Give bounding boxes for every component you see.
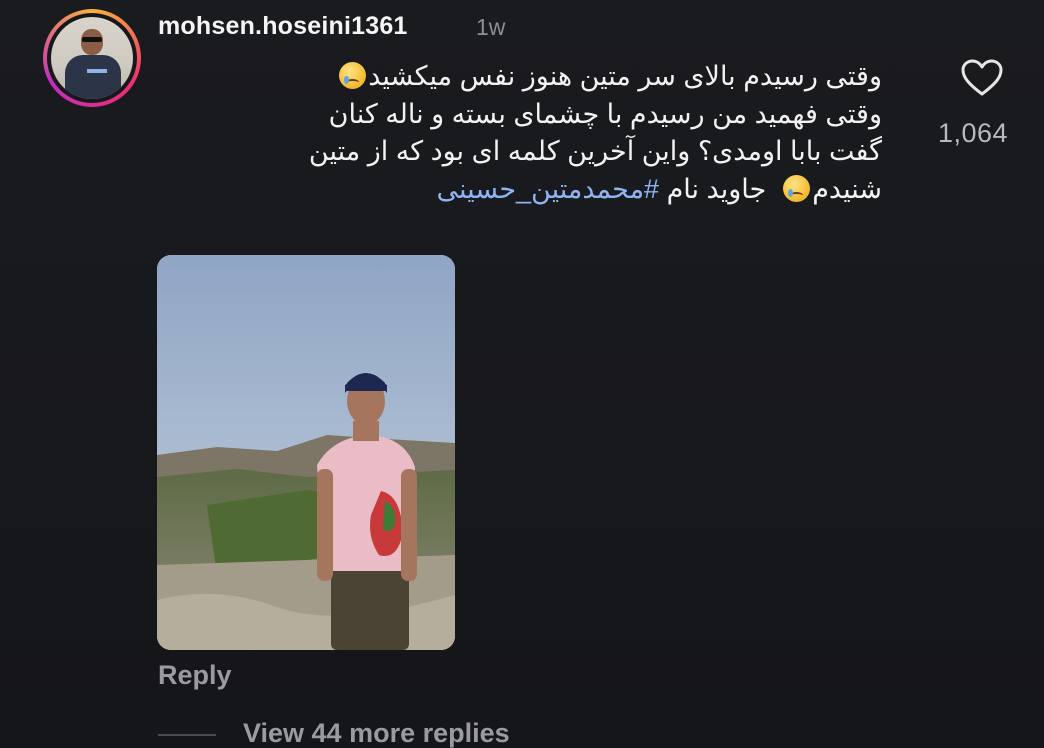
view-more-replies-button[interactable]: View 44 more replies [243,718,510,748]
heart-outline-icon[interactable] [960,58,1004,98]
comment-line: وقتی رسیدم بالای سر متین هنوز نفس میکشید [150,58,882,96]
comment-line: وقتی فهمید من رسیدم با چشمای بسته و ناله… [328,98,882,129]
timestamp: 1w [476,14,506,40]
comment-text: وقتی رسیدم بالای سر متین هنوز نفس میکشید… [150,58,882,208]
comment-photo[interactable] [157,255,455,650]
hashtag-link[interactable]: #محمدمتین_حسینی [436,174,659,204]
photo-image [157,255,455,650]
comment-screen: mohsen.hoseini1361 1w وقتی رسیدم بالای س… [0,0,1044,748]
username[interactable]: mohsen.hoseini1361 [158,12,408,41]
crying-face-icon [783,174,811,202]
crying-face-icon [339,62,367,89]
comment-line: شنیدم جاوید نام #محمدمتین_حسینی [436,173,882,204]
replies-divider [158,734,216,736]
story-ring[interactable] [43,9,141,107]
comment-line: گفت بابا اومدی؟ واین آخرین کلمه ای بود ک… [308,136,882,166]
reply-button[interactable]: Reply [158,660,232,691]
like-count: 1,064 [938,118,1009,148]
avatar[interactable] [51,17,133,99]
